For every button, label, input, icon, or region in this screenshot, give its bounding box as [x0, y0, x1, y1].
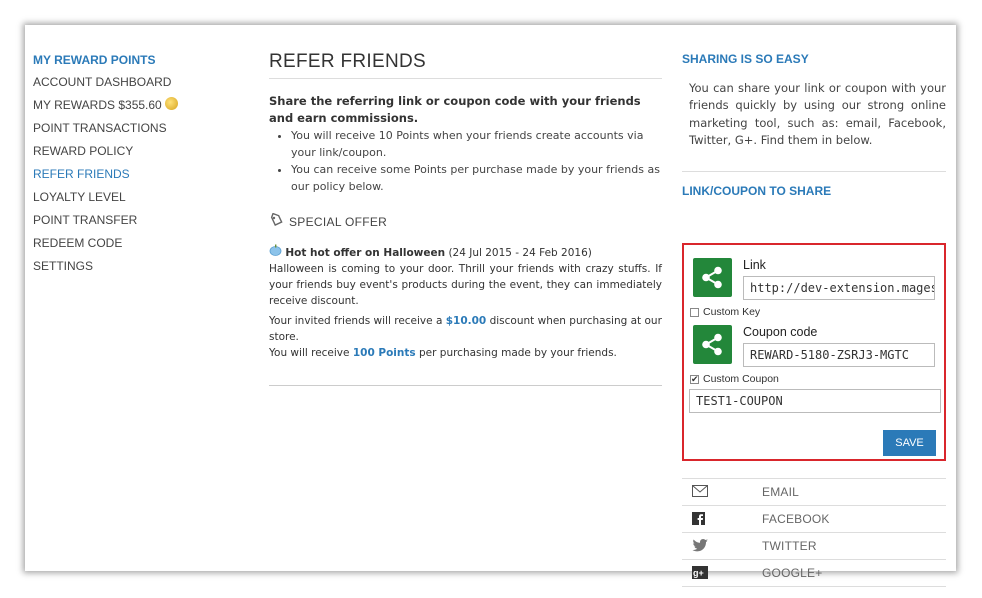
email-icon: [692, 485, 708, 499]
offer-description: Halloween is coming to your door. Thrill…: [269, 263, 662, 307]
offer-dates: (24 Jul 2015 - 24 Feb 2016): [445, 247, 592, 259]
social-label: FACEBOOK: [762, 512, 830, 526]
main-content: REFER FRIENDS Share the referring link o…: [269, 51, 662, 386]
tag-icon: [269, 212, 283, 230]
sidebar-item-account-dashboard[interactable]: ACCOUNT DASHBOARD: [33, 74, 233, 97]
offer-points-line: You will receive 100 Points per purchasi…: [269, 347, 617, 359]
share-icon[interactable]: [693, 325, 732, 364]
social-label: EMAIL: [762, 485, 800, 499]
page-frame: MY REWARD POINTS ACCOUNT DASHBOARD MY RE…: [25, 25, 956, 587]
sidebar-item-refer-friends[interactable]: REFER FRIENDS: [33, 166, 233, 189]
social-label: TWITTER: [762, 539, 817, 553]
coupon-input[interactable]: REWARD-5180-ZSRJ3-MGTC: [743, 343, 935, 367]
account-sidebar: MY REWARD POINTS ACCOUNT DASHBOARD MY RE…: [33, 52, 233, 281]
pumpkin-icon: [269, 244, 282, 259]
share-google-plus[interactable]: g+ GOOGLE+: [682, 559, 946, 587]
benefit-list: You will receive 10 Points when your fri…: [269, 127, 662, 195]
share-icon[interactable]: [693, 258, 732, 297]
checkbox-box[interactable]: ✔: [690, 374, 699, 384]
offer-name: Hot hot offer on Halloween: [285, 247, 446, 259]
special-offer-heading: SPECIAL OFFER: [269, 212, 662, 230]
page-title: REFER FRIENDS: [269, 51, 662, 79]
link-coupon-heading: LINK/COUPON TO SHARE: [682, 184, 832, 199]
share-email[interactable]: EMAIL: [682, 478, 946, 505]
google-plus-icon: g+: [692, 566, 708, 580]
custom-coupon-checkbox[interactable]: ✔ Custom Coupon: [690, 373, 779, 385]
sidebar-item-point-transactions[interactable]: POINT TRANSACTIONS: [33, 120, 233, 143]
social-share-list: EMAIL FACEBOOK TWITTER g+ GOOGLE+: [682, 478, 946, 587]
sharing-text: You can share your link or coupon with y…: [689, 81, 946, 147]
sidebar-item-redeem-code[interactable]: REDEEM CODE: [33, 235, 233, 258]
checkbox-box[interactable]: [690, 307, 699, 317]
special-offer-title: SPECIAL OFFER: [289, 214, 388, 229]
coin-icon: [164, 97, 178, 110]
points-amount: 100 Points: [352, 347, 416, 359]
custom-key-label: Custom Key: [703, 306, 761, 318]
offer-discount-line: Your invited friends will receive a $10.…: [269, 315, 662, 343]
divider: [682, 171, 946, 173]
list-item: You can receive some Points per purchase…: [291, 161, 662, 195]
coupon-label: Coupon code: [743, 325, 818, 339]
sidebar-item-loyalty-level[interactable]: LOYALTY LEVEL: [33, 189, 233, 212]
divider: [269, 385, 662, 386]
custom-key-checkbox[interactable]: Custom Key: [690, 306, 760, 318]
offer-block: Hot hot offer on Halloween (24 Jul 2015 …: [269, 244, 662, 361]
social-label: GOOGLE+: [762, 566, 823, 580]
share-facebook[interactable]: FACEBOOK: [682, 505, 946, 532]
save-button[interactable]: SAVE: [883, 430, 936, 456]
link-input[interactable]: http://dev-extension.magestore.com: [743, 276, 935, 300]
sidebar-item-my-rewards[interactable]: MY REWARDS $355.60: [33, 97, 233, 120]
sidebar-item-point-transfer[interactable]: POINT TRANSFER: [33, 212, 233, 235]
list-item: You will receive 10 Points when your fri…: [291, 127, 662, 161]
facebook-icon: [692, 512, 708, 526]
twitter-icon: [692, 539, 708, 553]
custom-coupon-input[interactable]: TEST1-COUPON: [689, 389, 941, 413]
discount-amount: $10.00: [445, 315, 487, 327]
sidebar-item-settings[interactable]: SETTINGS: [33, 258, 233, 281]
sidebar-item-label: MY REWARDS $355.60: [33, 98, 162, 112]
sidebar-item-reward-policy[interactable]: REWARD POLICY: [33, 143, 233, 166]
custom-coupon-label: Custom Coupon: [703, 373, 779, 385]
sharing-heading: SHARING IS SO EASY: [682, 52, 809, 66]
intro-text: Share the referring link or coupon code …: [269, 94, 641, 125]
share-form-highlight: Link http://dev-extension.magestore.com …: [682, 243, 946, 461]
svg-text:g+: g+: [693, 568, 704, 578]
sharing-panel: SHARING IS SO EASY You can share your li…: [682, 52, 946, 587]
link-label: Link: [743, 258, 766, 272]
share-twitter[interactable]: TWITTER: [682, 532, 946, 559]
sidebar-heading: MY REWARD POINTS: [33, 53, 156, 67]
